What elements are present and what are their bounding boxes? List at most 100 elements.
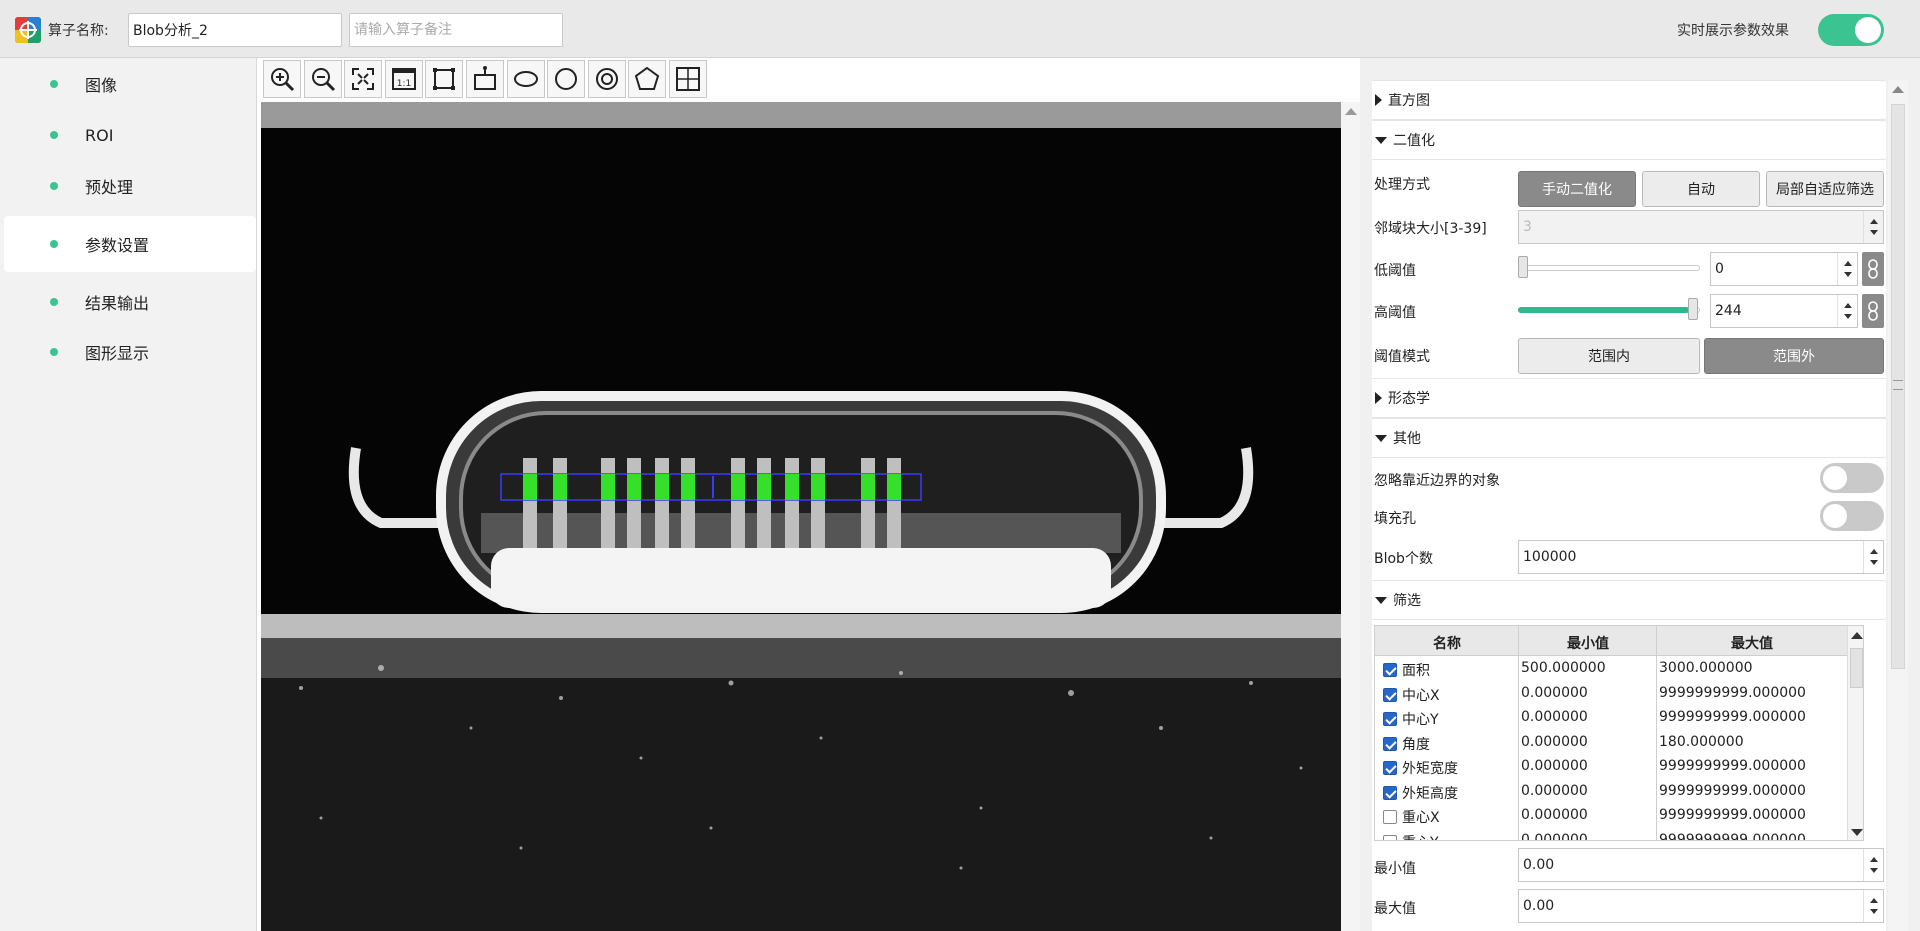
row-min[interactable]: 0.000000: [1521, 734, 1588, 750]
min-value: 0.00: [1523, 857, 1555, 873]
fill-holes-toggle[interactable]: [1820, 501, 1884, 531]
row-name: 重心Y: [1402, 832, 1439, 841]
zoom-out-button[interactable]: [303, 60, 342, 98]
ignore-border-toggle[interactable]: [1820, 463, 1884, 493]
section-morphology[interactable]: 形态学: [1372, 378, 1886, 418]
row-max[interactable]: 180.000000: [1659, 734, 1744, 750]
row-max[interactable]: 9999999999.000000: [1659, 758, 1806, 774]
row-name: 角度: [1402, 736, 1430, 753]
slider-handle[interactable]: [1518, 256, 1528, 278]
section-histogram[interactable]: 直方图: [1372, 80, 1886, 120]
table-row[interactable]: 中心Y 0.000000 9999999999.000000: [1375, 706, 1863, 730]
image-canvas-area[interactable]: [261, 102, 1341, 931]
high-threshold-stepper[interactable]: 244: [1710, 294, 1858, 328]
row-max[interactable]: 9999999999.000000: [1659, 783, 1806, 799]
sidebar-item-params[interactable]: 参数设置: [4, 216, 256, 272]
viewer-scrollbar[interactable]: [1341, 102, 1360, 931]
rectangle-roi-button[interactable]: [425, 60, 464, 98]
operator-name-input[interactable]: [128, 13, 342, 47]
row-max[interactable]: 9999999999.000000: [1659, 685, 1806, 701]
sidebar-item-graphics[interactable]: 图形显示: [4, 326, 256, 378]
table-row[interactable]: 外矩宽度 0.000000 9999999999.000000: [1375, 755, 1863, 779]
table-row[interactable]: 外矩高度 0.000000 9999999999.000000: [1375, 780, 1863, 804]
table-row[interactable]: 中心X 0.000000 9999999999.000000: [1375, 682, 1863, 706]
row-checkbox[interactable]: [1383, 785, 1397, 800]
crosshair-button[interactable]: [668, 60, 707, 98]
circle-roi-button[interactable]: [547, 60, 586, 98]
section-filter[interactable]: 筛选: [1372, 580, 1886, 620]
table-row[interactable]: 重心X 0.000000 9999999999.000000: [1375, 804, 1863, 828]
scroll-up-icon[interactable]: [1851, 632, 1863, 639]
scroll-thumb[interactable]: [1850, 648, 1863, 688]
method-auto-button[interactable]: 自动: [1642, 171, 1760, 207]
rotated-rect-roi-button[interactable]: [465, 60, 504, 98]
zoom-in-button[interactable]: [263, 60, 301, 98]
max-value-stepper[interactable]: 0.00: [1518, 889, 1884, 923]
section-binarization[interactable]: 二值化: [1372, 120, 1886, 160]
stepper-arrows[interactable]: [1863, 890, 1883, 922]
row-checkbox[interactable]: [1383, 712, 1397, 726]
row-max[interactable]: 9999999999.000000: [1659, 832, 1806, 841]
mode-inside-button[interactable]: 范围内: [1518, 338, 1700, 374]
row-min[interactable]: 0.000000: [1521, 807, 1588, 823]
table-row[interactable]: 重心Y 0.000000 9999999999.000000: [1375, 829, 1863, 841]
panel-scrollbar[interactable]: [1888, 80, 1908, 931]
row-checkbox[interactable]: [1383, 834, 1397, 840]
row-max[interactable]: 3000.000000: [1659, 660, 1753, 676]
fit-screen-button[interactable]: [344, 60, 383, 98]
table-scrollbar[interactable]: [1847, 626, 1863, 840]
row-checkbox[interactable]: [1383, 810, 1397, 824]
toggle-knob: [1855, 17, 1881, 43]
row-checkbox[interactable]: [1383, 663, 1397, 677]
row-checkbox[interactable]: [1383, 761, 1397, 775]
low-threshold-slider[interactable]: [1518, 256, 1700, 278]
mode-outside-button[interactable]: 范围外: [1704, 338, 1884, 374]
method-local-adaptive-button[interactable]: 局部自适应筛选: [1766, 171, 1884, 207]
realtime-preview-toggle[interactable]: [1818, 14, 1884, 46]
row-max[interactable]: 9999999999.000000: [1659, 807, 1806, 823]
stepper-arrows[interactable]: [1863, 541, 1883, 573]
operator-name-label: 算子名称:: [48, 23, 109, 39]
high-threshold-slider[interactable]: [1518, 298, 1700, 320]
row-min[interactable]: 0.000000: [1521, 832, 1588, 841]
method-manual-button[interactable]: 手动二值化: [1518, 171, 1636, 207]
scroll-down-icon[interactable]: [1851, 829, 1863, 836]
slider-handle[interactable]: [1688, 298, 1698, 320]
row-max[interactable]: 9999999999.000000: [1659, 709, 1806, 725]
stepper-arrows[interactable]: [1863, 849, 1883, 881]
row-min[interactable]: 0.000000: [1521, 758, 1588, 774]
scroll-up-icon[interactable]: [1345, 108, 1357, 115]
table-row[interactable]: 面积 500.000000 3000.000000: [1375, 657, 1863, 681]
section-label: 筛选: [1393, 593, 1421, 609]
operator-remark-input[interactable]: [349, 13, 563, 47]
row-min[interactable]: 0.000000: [1521, 709, 1588, 725]
blob-count-stepper[interactable]: 100000: [1518, 540, 1884, 574]
ring-roi-button[interactable]: [587, 60, 626, 98]
low-threshold-stepper[interactable]: 0: [1710, 252, 1858, 286]
polygon-roi-button[interactable]: [628, 60, 667, 98]
row-min[interactable]: 0.000000: [1521, 685, 1588, 701]
row-min[interactable]: 500.000000: [1521, 660, 1606, 676]
row-min[interactable]: 0.000000: [1521, 783, 1588, 799]
sidebar-item-image[interactable]: 图像: [4, 58, 256, 110]
rotated-rect-icon: [473, 66, 496, 90]
link-icon[interactable]: [1862, 252, 1884, 286]
collapse-icon: [1375, 596, 1387, 604]
row-checkbox[interactable]: [1383, 687, 1397, 702]
sidebar-item-label: 图像: [85, 76, 118, 95]
sidebar-item-roi[interactable]: ROI: [4, 109, 256, 161]
table-row[interactable]: 角度 0.000000 180.000000: [1375, 731, 1863, 755]
sidebar-item-output[interactable]: 结果输出: [4, 276, 256, 328]
ellipse-roi-button[interactable]: [506, 60, 545, 98]
min-value-stepper[interactable]: 0.00: [1518, 848, 1884, 882]
link-icon[interactable]: [1862, 294, 1884, 328]
actual-size-button[interactable]: 1:1: [384, 60, 423, 98]
stepper-arrows[interactable]: [1837, 253, 1857, 285]
stepper-arrows[interactable]: [1837, 295, 1857, 327]
inspection-image[interactable]: [261, 128, 1341, 931]
ellipse-icon: [513, 71, 538, 87]
scroll-up-icon[interactable]: [1892, 86, 1904, 93]
row-checkbox[interactable]: [1383, 736, 1397, 751]
sidebar-item-preprocess[interactable]: 预处理: [4, 160, 256, 212]
section-other[interactable]: 其他: [1372, 418, 1886, 458]
